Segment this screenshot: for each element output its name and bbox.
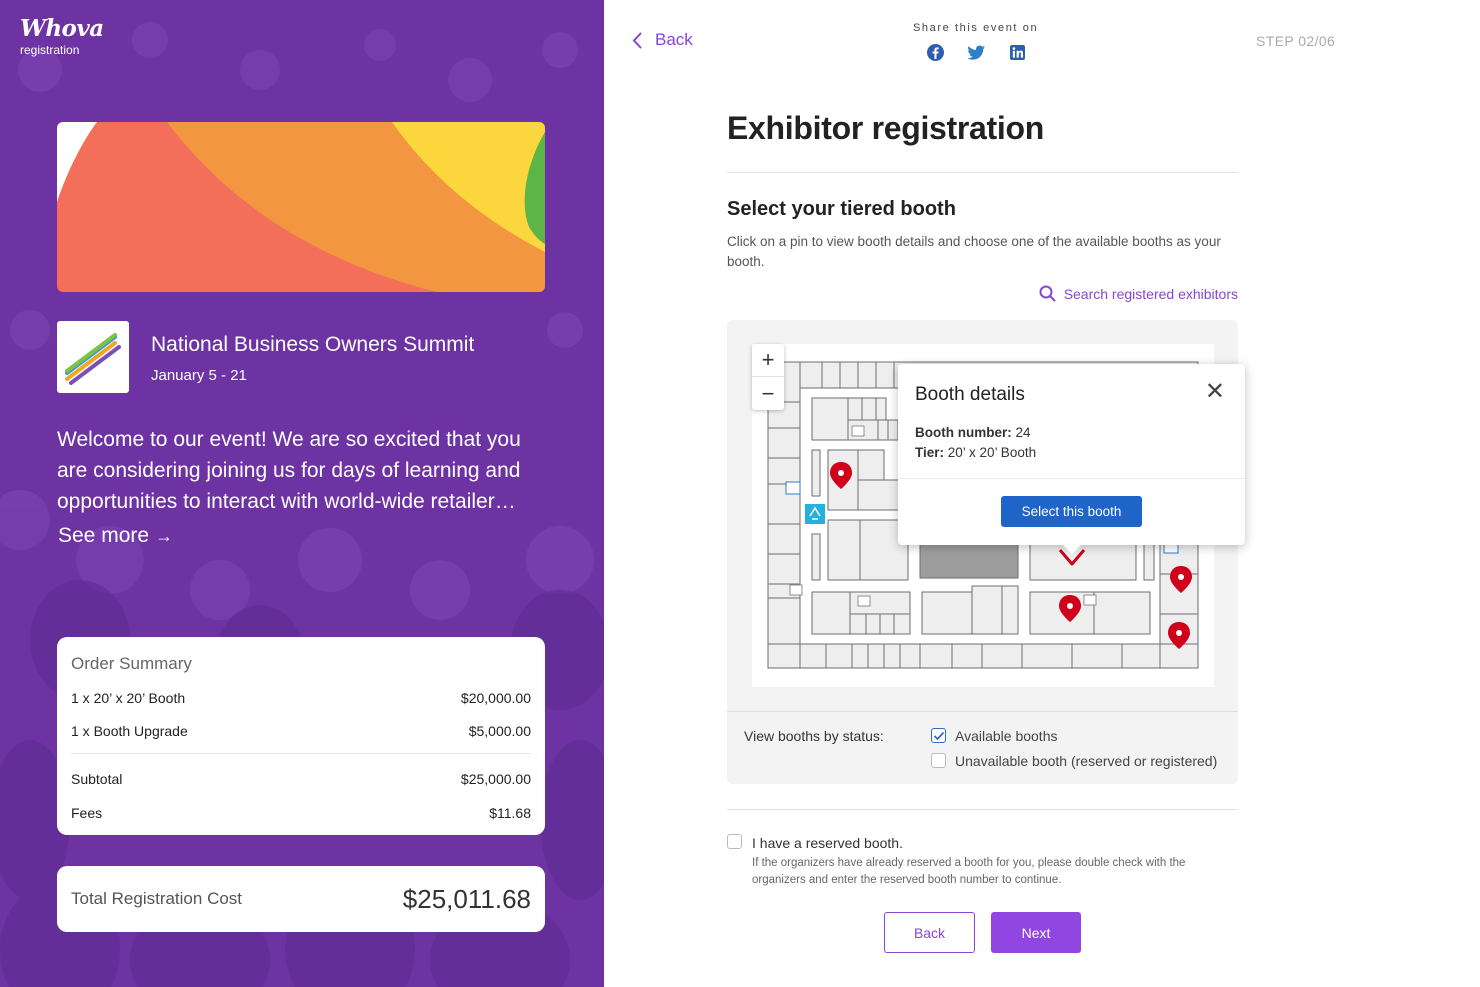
search-exhibitors-label: Search registered exhibitors <box>1063 285 1238 302</box>
section-title: Select your tiered booth <box>727 198 956 220</box>
popup-divider <box>898 478 1245 479</box>
share-icons <box>926 43 1027 62</box>
close-icon[interactable]: ✕ <box>1205 380 1225 404</box>
page-title: Exhibitor registration <box>727 110 1044 146</box>
order-item-label: 1 x 20’ x 20’ Booth <box>71 690 186 706</box>
event-welcome-text: Welcome to our event! We are so excited … <box>57 428 521 513</box>
reserved-booth-help: If the organizers have already reserved … <box>752 857 1186 886</box>
booth-tier-value: 20’ x 20’ Booth <box>947 445 1037 460</box>
total-cost-label: Total Registration Cost <box>71 889 243 908</box>
reserved-divider <box>727 809 1238 810</box>
subtotal-amount: $25,000.00 <box>460 771 531 787</box>
back-button[interactable]: Back <box>884 912 975 953</box>
available-booths-label: Available booths <box>955 728 1058 744</box>
back-link[interactable]: Back <box>632 30 693 50</box>
zoom-out-button[interactable]: − <box>752 377 784 410</box>
twitter-icon[interactable] <box>967 43 986 62</box>
booth-details-popup: Booth details ✕ Booth number: 24 Tier: 2… <box>898 364 1245 545</box>
step-indicator: STEP 02/06 <box>1256 33 1336 49</box>
booth-number-label: Booth number: <box>915 425 1012 440</box>
popup-pointer <box>1060 542 1084 554</box>
logo-subtext: registration <box>20 43 80 57</box>
event-info-panel: Whova registration National Business Own… <box>0 0 604 987</box>
booth-tier-line: Tier: 20’ x 20’ Booth <box>915 445 1036 460</box>
share-label: Share this event on <box>913 22 1039 34</box>
subtotal-row: Subtotal $25,000.00 <box>71 771 531 787</box>
order-summary-card: Order Summary 1 x 20’ x 20’ Booth $20,00… <box>57 637 545 835</box>
whova-logo: Whova registration <box>20 15 104 58</box>
status-filter-label: View booths by status: <box>744 728 884 744</box>
booth-details-title: Booth details <box>915 384 1025 405</box>
order-item-amount: $5,000.00 <box>468 723 531 739</box>
order-line-item: 1 x Booth Upgrade $5,000.00 <box>71 723 531 739</box>
available-booths-checkbox[interactable] <box>931 728 946 743</box>
order-divider <box>71 753 531 754</box>
next-button[interactable]: Next <box>991 912 1081 953</box>
see-more-link[interactable]: See more → <box>58 522 173 550</box>
logo-text: Whova <box>20 15 104 42</box>
search-exhibitors-link[interactable]: Search registered exhibitors <box>1039 285 1238 302</box>
fees-amount: $11.68 <box>489 805 531 821</box>
booth-number-line: Booth number: 24 <box>915 425 1031 440</box>
order-line-item: 1 x 20’ x 20’ Booth $20,000.00 <box>71 690 531 706</box>
facebook-icon[interactable] <box>926 43 945 62</box>
arrow-right-icon: → <box>155 526 174 546</box>
reserved-booth-checkbox[interactable] <box>727 834 742 849</box>
booth-number-value: 24 <box>1015 425 1031 440</box>
total-cost-amount: $25,011.68 <box>402 883 531 914</box>
event-banner-image <box>57 122 545 292</box>
fees-row: Fees $11.68 <box>71 805 531 821</box>
order-item-label: 1 x Booth Upgrade <box>71 723 188 739</box>
linkedin-icon[interactable] <box>1008 43 1027 62</box>
event-dates: January 5 - 21 <box>151 367 247 384</box>
event-logo <box>57 321 129 393</box>
chevron-left-icon <box>632 32 642 48</box>
see-more-label: See more <box>58 524 150 547</box>
event-stripes-icon <box>65 333 121 385</box>
checkmark-icon <box>933 731 944 740</box>
map-zoom-controls: + − <box>752 344 784 410</box>
search-icon <box>1039 285 1056 302</box>
section-description: Click on a pin to view booth details and… <box>727 234 1221 269</box>
order-item-amount: $20,000.00 <box>460 690 531 706</box>
zoom-in-button[interactable]: + <box>752 344 784 377</box>
map-card-divider <box>727 711 1238 712</box>
order-summary-title: Order Summary <box>71 654 192 673</box>
event-title: National Business Owners Summit <box>151 333 475 356</box>
reserved-booth-label: I have a reserved booth. <box>752 835 903 851</box>
fees-label: Fees <box>71 805 103 821</box>
unavailable-booths-label: Unavailable booth (reserved or registere… <box>955 753 1218 769</box>
subtotal-label: Subtotal <box>71 771 123 787</box>
title-divider <box>727 172 1238 173</box>
back-link-label: Back <box>655 30 693 49</box>
unavailable-booths-checkbox[interactable] <box>931 753 946 768</box>
select-booth-button[interactable]: Select this booth <box>1001 496 1142 527</box>
total-cost-card: Total Registration Cost $25,011.68 <box>57 866 545 932</box>
booth-tier-label: Tier: <box>915 445 945 460</box>
